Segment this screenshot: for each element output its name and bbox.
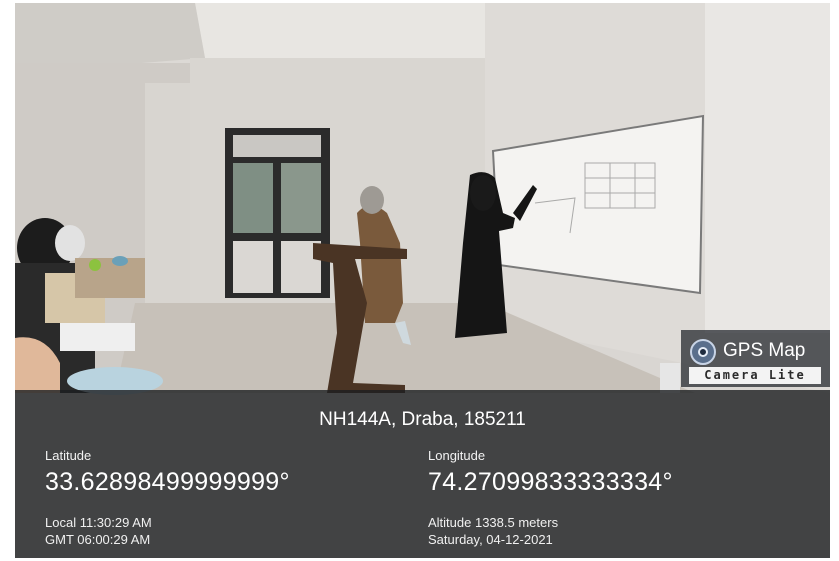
latitude-value: 33.62898499999999° [45, 468, 290, 496]
address-text: NH144A, Draba, 185211 [319, 409, 526, 430]
date-text: Saturday, 04-12-2021 [428, 532, 553, 547]
classroom-photo: GPS Map Camera Lite NH144A, Draba, 18521… [15, 3, 830, 558]
latitude-label: Latitude [45, 448, 92, 463]
camera-lens-icon [690, 339, 716, 365]
location-info-panel: NH144A, Draba, 185211 Latitude 33.628984… [15, 390, 830, 558]
altitude-text: Altitude 1338.5 meters [428, 515, 559, 530]
longitude-label: Longitude [428, 448, 486, 463]
local-time: Local 11:30:29 AM [45, 515, 152, 530]
longitude-value: 74.27099833333334° [428, 468, 673, 496]
gps-map-camera-badge: GPS Map Camera Lite [681, 330, 830, 387]
gps-app-title: GPS Map [723, 340, 806, 361]
gps-app-subtitle: Camera Lite [689, 367, 821, 384]
gmt-time: GMT 06:00:29 AM [45, 532, 151, 547]
